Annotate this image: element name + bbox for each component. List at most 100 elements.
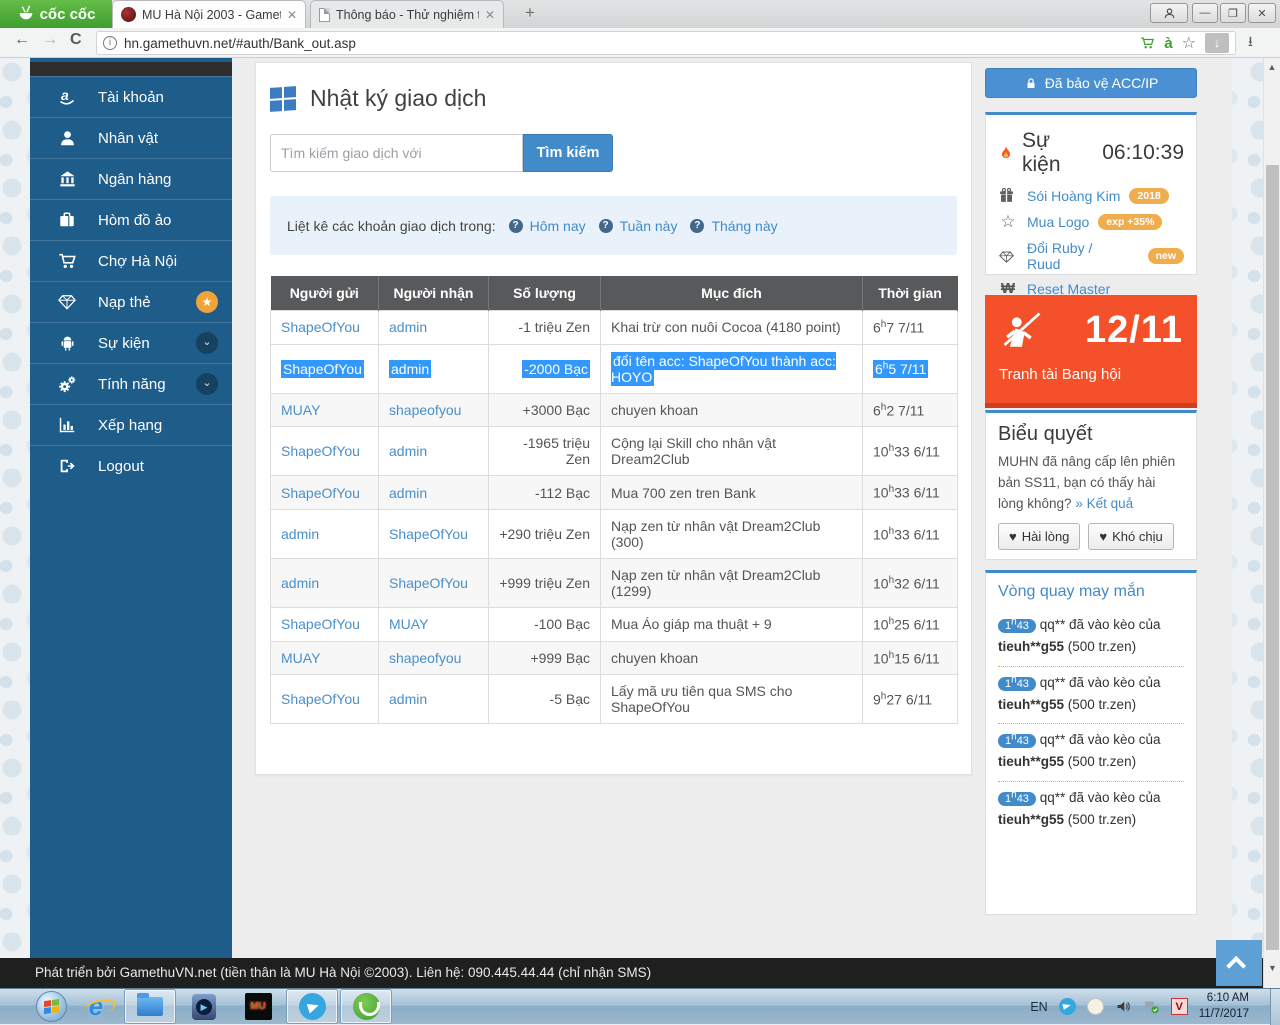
cart-extension-icon[interactable] [1140, 36, 1155, 50]
sidebar-item-tinh-nang[interactable]: Tính năng ⌄ [30, 363, 232, 404]
tab-title: MU Hà Nội 2003 - Gamethu [142, 8, 281, 22]
downloads-icon[interactable]: ⭳ [1248, 31, 1253, 55]
receiver-link[interactable]: ShapeOfYou [389, 526, 468, 542]
sidebar-item-hom-do-ao[interactable]: Hòm đồ ảo [30, 199, 232, 240]
sidebar-item-nap-the[interactable]: Nạp thẻ ★ [30, 281, 232, 322]
page-info-icon[interactable]: i [103, 36, 117, 50]
protect-acc-button[interactable]: Đã bảo vệ ACC/IP [985, 68, 1197, 98]
speaker-icon[interactable] [1115, 999, 1132, 1014]
scroll-down-arrow-icon[interactable]: ▼ [1264, 963, 1280, 973]
account-icon: a [56, 87, 78, 107]
download-active-icon[interactable]: ↓ [1205, 33, 1229, 53]
receiver-link[interactable]: ShapeOfYou [389, 575, 468, 591]
tray-vietkey-icon[interactable]: V [1171, 998, 1188, 1015]
chevron-down-icon[interactable]: ⌄ [196, 332, 218, 354]
search-button[interactable]: Tìm kiếm [523, 134, 613, 172]
taskbar-media-button[interactable]: ▶ [179, 990, 229, 1023]
event-label[interactable]: Đổi Ruby / Ruud [1027, 240, 1127, 272]
search-input[interactable] [270, 134, 523, 172]
tray-telegram-icon[interactable] [1059, 998, 1076, 1015]
coccoc-logo[interactable]: cốc cốc [0, 0, 112, 28]
taskbar-mu-game-button[interactable]: MU [233, 990, 283, 1023]
taskbar-telegram-button[interactable] [287, 990, 337, 1023]
android-icon [56, 333, 78, 353]
poll-unsatisfied-button[interactable]: ♥Khó chịu [1088, 523, 1173, 550]
transactions-table: Người gửi Người nhận Số lượng Mục đích T… [270, 276, 958, 724]
sidebar-item-cho-ha-noi[interactable]: Chợ Hà Nội [30, 240, 232, 281]
tab-mu-hanoi[interactable]: MU Hà Nội 2003 - Gamethu ✕ [112, 0, 306, 28]
scroll-to-top-button[interactable] [1216, 940, 1262, 986]
receiver-link[interactable]: shapeofyou [389, 650, 461, 666]
sender-link[interactable]: ShapeOfYou [281, 319, 360, 335]
event-label[interactable]: Mua Logo [1027, 214, 1089, 230]
event-item-doi-ruby[interactable]: Đổi Ruby / Ruud new [998, 240, 1184, 272]
event-item-soi-hoang-kim[interactable]: Sói Hoàng Kim 2018 [998, 187, 1184, 204]
tab-thong-bao[interactable]: Thông báo - Thử nghiệm tín ✕ [310, 0, 504, 28]
filter-link-month[interactable]: Tháng này [711, 218, 777, 234]
event-item-mua-logo[interactable]: ☆ Mua Logo exp +35% [998, 212, 1184, 232]
purpose-cell: Lấy mã ưu tiên qua SMS cho ShapeOfYou [601, 675, 863, 724]
receiver-link[interactable]: admin [389, 691, 427, 707]
close-button[interactable]: ✕ [1248, 3, 1276, 23]
network-icon[interactable] [1143, 999, 1160, 1015]
browser-scrollbar[interactable]: ▲ ▼ [1263, 58, 1280, 988]
chevron-down-icon[interactable]: ⌄ [196, 373, 218, 395]
start-button[interactable] [36, 991, 67, 1022]
sidebar-item-nhan-vat[interactable]: Nhân vật [30, 117, 232, 158]
sidebar-item-tai-khoan[interactable]: a Tài khoản [30, 76, 232, 117]
tournament-banner[interactable]: 12/11 Tranh tài Bang hội [985, 295, 1197, 408]
sidebar-item-label: Logout [98, 458, 218, 475]
filter-link-week[interactable]: Tuần này [620, 218, 678, 234]
sidebar-item-ngan-hang[interactable]: Ngân hàng [30, 158, 232, 199]
taskbar-explorer-button[interactable] [125, 990, 175, 1023]
tab-close-icon[interactable]: ✕ [485, 8, 495, 22]
receiver-link[interactable]: admin [389, 360, 431, 378]
sender-link[interactable]: ShapeOfYou [281, 360, 364, 378]
sidebar-item-su-kien[interactable]: Sự kiện ⌄ [30, 322, 232, 363]
show-desktop-button[interactable] [1270, 989, 1280, 1025]
sender-link[interactable]: MUAY [281, 402, 320, 418]
profile-button[interactable] [1150, 3, 1188, 23]
sender-link[interactable]: ShapeOfYou [281, 443, 360, 459]
sidebar-item-xep-hang[interactable]: Xếp hạng [30, 404, 232, 445]
receiver-link[interactable]: admin [389, 443, 427, 459]
table-row: ShapeOfYou admin -1 triệu Zen Khai trừ c… [271, 311, 958, 345]
back-icon[interactable]: ← [14, 31, 30, 49]
tab-close-icon[interactable]: ✕ [287, 8, 297, 22]
forward-icon[interactable]: → [42, 31, 58, 49]
refresh-icon[interactable]: C [70, 31, 82, 49]
new-tab-button[interactable]: + [516, 5, 544, 23]
taskbar-coccoc-button[interactable] [341, 990, 391, 1023]
url-text[interactable]: hn.gamethuvn.net/#auth/Bank_out.asp [124, 36, 1131, 51]
sidebar-item-logout[interactable]: Logout [30, 445, 232, 486]
minimize-button[interactable]: — [1192, 3, 1218, 23]
scroll-up-arrow-icon[interactable]: ▲ [1264, 62, 1280, 72]
sender-link[interactable]: MUAY [281, 650, 320, 666]
sender-link[interactable]: ShapeOfYou [281, 616, 360, 632]
sender-link[interactable]: admin [281, 575, 319, 591]
table-row: MUAY shapeofyou +3000 Bạc chuyen khoan 6… [271, 393, 958, 427]
taskbar-clock[interactable]: 6:10 AM 11/7/2017 [1199, 991, 1249, 1022]
language-indicator[interactable]: EN [1030, 1000, 1047, 1014]
poll-result-link[interactable]: » Kết quả [1075, 496, 1133, 511]
receiver-link[interactable]: MUAY [389, 616, 428, 632]
question-circle-icon: ? [690, 219, 704, 233]
sender-link[interactable]: ShapeOfYou [281, 485, 360, 501]
bookmark-star-icon[interactable]: ☆ [1182, 33, 1196, 53]
receiver-link[interactable]: admin [389, 485, 427, 501]
tray-app-icon[interactable] [1087, 998, 1104, 1015]
receiver-link[interactable]: shapeofyou [389, 402, 461, 418]
taskbar-ie-button[interactable]: e [71, 990, 121, 1023]
restore-button[interactable]: ❐ [1220, 3, 1246, 23]
sender-link[interactable]: ShapeOfYou [281, 691, 360, 707]
address-bar[interactable]: i hn.gamethuvn.net/#auth/Bank_out.asp à … [96, 31, 1236, 55]
receiver-link[interactable]: admin [389, 319, 427, 335]
poll-satisfied-button[interactable]: ♥Hài lòng [998, 523, 1080, 550]
scrollbar-thumb[interactable] [1266, 165, 1279, 950]
time-cell: 9h27 6/11 [863, 675, 958, 724]
sender-link[interactable]: admin [281, 526, 319, 542]
events-panel: Sự kiện 06:10:39 Sói Hoàng Kim 2018 ☆ Mu… [985, 112, 1197, 275]
vietnamese-typing-icon[interactable]: à [1164, 35, 1172, 52]
event-label[interactable]: Sói Hoàng Kim [1027, 188, 1120, 204]
filter-link-today[interactable]: Hôm nay [530, 218, 586, 234]
